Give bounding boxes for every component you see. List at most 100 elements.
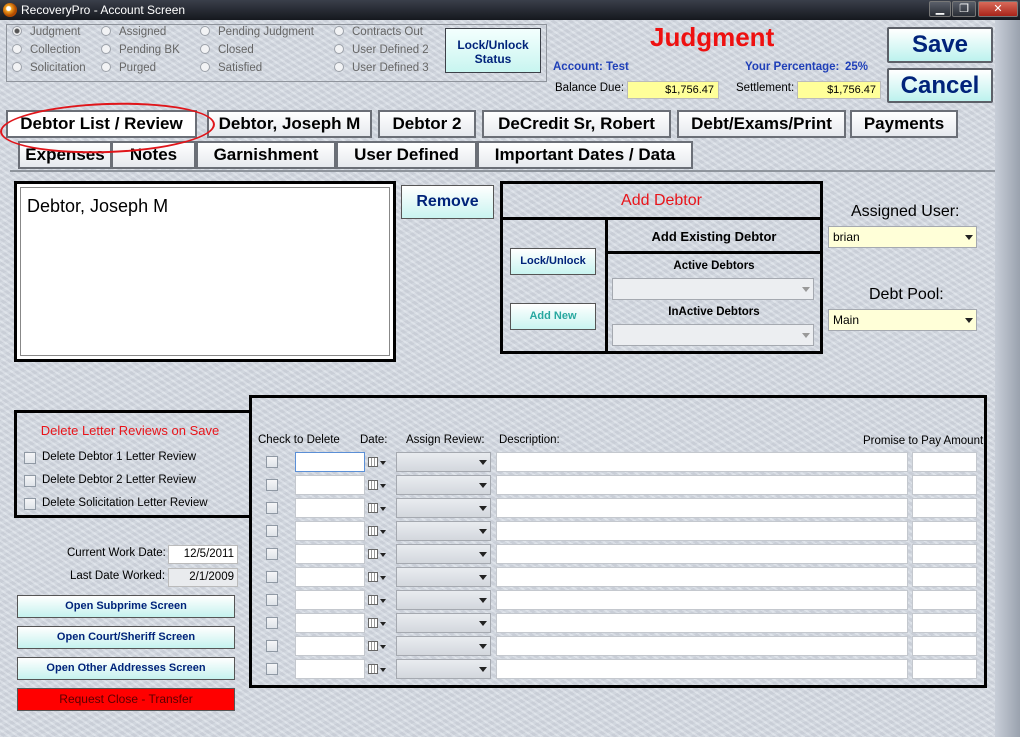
- close-icon[interactable]: ✕: [978, 1, 1018, 17]
- review-description-field[interactable]: [496, 452, 908, 472]
- calendar-icon[interactable]: [366, 567, 388, 587]
- promise-amount-field[interactable]: [912, 567, 977, 587]
- tab-important-dates[interactable]: Important Dates / Data: [477, 141, 693, 169]
- promise-amount-field[interactable]: [912, 613, 977, 633]
- promise-amount-field[interactable]: [912, 521, 977, 541]
- review-date-field[interactable]: [295, 452, 365, 472]
- assign-review-dropdown[interactable]: [396, 452, 491, 472]
- inactive-debtors-dropdown[interactable]: [612, 324, 814, 346]
- delete-row-checkbox[interactable]: [266, 479, 278, 491]
- calendar-icon[interactable]: [366, 475, 388, 495]
- delete-row-checkbox[interactable]: [266, 502, 278, 514]
- delete-debtor2-checkbox[interactable]: [24, 475, 36, 487]
- review-description-field[interactable]: [496, 521, 908, 541]
- open-other-addresses-button[interactable]: Open Other Addresses Screen: [17, 657, 235, 680]
- tab-debt-exams-print[interactable]: Debt/Exams/Print: [677, 110, 846, 138]
- current-work-date-field[interactable]: 12/5/2011: [168, 545, 238, 564]
- assign-review-dropdown[interactable]: [396, 613, 491, 633]
- debtor-listbox[interactable]: Debtor, Joseph M: [14, 181, 396, 362]
- calendar-icon[interactable]: [366, 544, 388, 564]
- delete-row-checkbox[interactable]: [266, 456, 278, 468]
- list-item[interactable]: Debtor, Joseph M: [27, 196, 383, 217]
- status-radio-collection[interactable]: Collection: [12, 44, 81, 56]
- remove-button[interactable]: Remove: [401, 185, 494, 219]
- delete-debtor1-checkbox[interactable]: [24, 452, 36, 464]
- review-date-field[interactable]: [295, 659, 365, 679]
- status-radio-pending-judgment[interactable]: Pending Judgment: [200, 26, 314, 38]
- review-description-field[interactable]: [496, 636, 908, 656]
- review-description-field[interactable]: [496, 498, 908, 518]
- debt-pool-dropdown[interactable]: Main: [828, 309, 977, 331]
- assign-review-dropdown[interactable]: [396, 590, 491, 610]
- status-radio-user-defined-2[interactable]: User Defined 2: [334, 44, 429, 56]
- tab-debtor-2[interactable]: Debtor 2: [378, 110, 476, 138]
- open-court-sheriff-button[interactable]: Open Court/Sheriff Screen: [17, 626, 235, 649]
- cancel-button[interactable]: Cancel: [887, 68, 993, 103]
- calendar-icon[interactable]: [366, 498, 388, 518]
- request-close-transfer-button[interactable]: Request Close - Transfer: [17, 688, 235, 711]
- delete-row-checkbox[interactable]: [266, 640, 278, 652]
- review-date-field[interactable]: [295, 567, 365, 587]
- tab-user-defined[interactable]: User Defined: [336, 141, 477, 169]
- status-radio-closed[interactable]: Closed: [200, 44, 254, 56]
- review-description-field[interactable]: [496, 567, 908, 587]
- status-radio-judgment[interactable]: Judgment: [12, 26, 81, 38]
- promise-amount-field[interactable]: [912, 590, 977, 610]
- review-date-field[interactable]: [295, 498, 365, 518]
- open-subprime-button[interactable]: Open Subprime Screen: [17, 595, 235, 618]
- review-date-field[interactable]: [295, 475, 365, 495]
- review-description-field[interactable]: [496, 659, 908, 679]
- minimize-icon[interactable]: ▁: [929, 1, 951, 17]
- review-description-field[interactable]: [496, 544, 908, 564]
- calendar-icon[interactable]: [366, 521, 388, 541]
- review-date-field[interactable]: [295, 521, 365, 541]
- calendar-icon[interactable]: [366, 452, 388, 472]
- lock-unlock-button[interactable]: Lock/Unlock: [510, 248, 596, 275]
- status-radio-satisfied[interactable]: Satisfied: [200, 62, 262, 74]
- delete-row-checkbox[interactable]: [266, 548, 278, 560]
- review-description-field[interactable]: [496, 613, 908, 633]
- assign-review-dropdown[interactable]: [396, 521, 491, 541]
- review-date-field[interactable]: [295, 544, 365, 564]
- review-description-field[interactable]: [496, 590, 908, 610]
- active-debtors-dropdown[interactable]: [612, 278, 814, 300]
- promise-amount-field[interactable]: [912, 659, 977, 679]
- review-date-field[interactable]: [295, 590, 365, 610]
- status-radio-pending-bk[interactable]: Pending BK: [101, 44, 180, 56]
- save-button[interactable]: Save: [887, 27, 993, 63]
- assign-review-dropdown[interactable]: [396, 544, 491, 564]
- promise-amount-field[interactable]: [912, 498, 977, 518]
- status-radio-purged[interactable]: Purged: [101, 62, 156, 74]
- tab-decredit-robert[interactable]: DeCredit Sr, Robert: [482, 110, 671, 138]
- status-radio-contracts-out[interactable]: Contracts Out: [334, 26, 423, 38]
- assign-review-dropdown[interactable]: [396, 636, 491, 656]
- assign-review-dropdown[interactable]: [396, 475, 491, 495]
- status-radio-solicitation[interactable]: Solicitation: [12, 62, 86, 74]
- tab-debtor-joseph[interactable]: Debtor, Joseph M: [207, 110, 372, 138]
- status-radio-user-defined-3[interactable]: User Defined 3: [334, 62, 429, 74]
- delete-row-checkbox[interactable]: [266, 594, 278, 606]
- assign-review-dropdown[interactable]: [396, 567, 491, 587]
- tab-payments[interactable]: Payments: [850, 110, 958, 138]
- calendar-icon[interactable]: [366, 590, 388, 610]
- review-description-field[interactable]: [496, 475, 908, 495]
- calendar-icon[interactable]: [366, 659, 388, 679]
- promise-amount-field[interactable]: [912, 475, 977, 495]
- delete-row-checkbox[interactable]: [266, 617, 278, 629]
- review-date-field[interactable]: [295, 636, 365, 656]
- assigned-user-dropdown[interactable]: brian: [828, 226, 977, 248]
- assign-review-dropdown[interactable]: [396, 659, 491, 679]
- add-new-button[interactable]: Add New: [510, 303, 596, 330]
- assign-review-dropdown[interactable]: [396, 498, 491, 518]
- calendar-icon[interactable]: [366, 613, 388, 633]
- delete-solicitation-checkbox[interactable]: [24, 498, 36, 510]
- calendar-icon[interactable]: [366, 636, 388, 656]
- promise-amount-field[interactable]: [912, 636, 977, 656]
- review-date-field[interactable]: [295, 613, 365, 633]
- tab-garnishment[interactable]: Garnishment: [196, 141, 336, 169]
- maximize-icon[interactable]: ❐: [952, 1, 976, 17]
- lock-unlock-status-button[interactable]: Lock/Unlock Status: [445, 28, 541, 73]
- delete-row-checkbox[interactable]: [266, 663, 278, 675]
- status-radio-assigned[interactable]: Assigned: [101, 26, 166, 38]
- promise-amount-field[interactable]: [912, 544, 977, 564]
